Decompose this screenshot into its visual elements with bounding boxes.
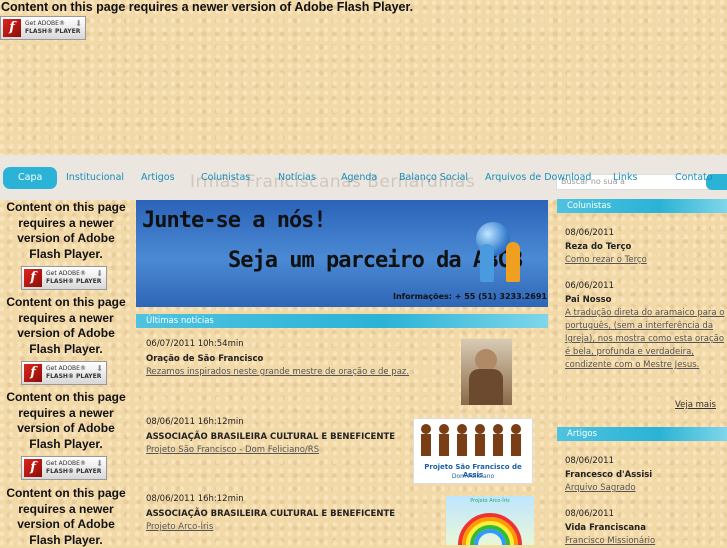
download-arrow-icon: ⬇	[75, 19, 82, 28]
columnist-title[interactable]: Reza do Terço	[565, 242, 725, 252]
menu-item-agenda[interactable]: Agenda	[341, 167, 377, 189]
news-desc[interactable]: Projeto São Francisco - Dom Feliciano/RS	[146, 445, 426, 455]
banner-line1: Junte-se a nós!	[142, 208, 327, 233]
news-thumbnail[interactable]: Projeto São Francisco de Assis Dom Felic…	[413, 418, 533, 484]
news-desc[interactable]: Rezamos inspirados neste grande mestre d…	[146, 367, 426, 377]
get-flash-player-button[interactable]: f Get ADOBE® FLASH® PLAYER ⬇	[21, 266, 107, 290]
download-arrow-icon: ⬇	[96, 364, 103, 373]
menu-item-noticias[interactable]: Notícias	[278, 167, 316, 189]
flash-message: Content on this page requires a newer ve…	[1, 0, 414, 14]
flash-logo-icon: f	[24, 269, 42, 287]
badge-line2: FLASH® PLAYER	[25, 28, 81, 35]
thumb-subcaption: Dom Feliciano	[451, 473, 495, 480]
columnist-title[interactable]: Pai Nosso	[565, 295, 725, 305]
news-thumbnail[interactable]: Projeto Arco-Íris	[446, 496, 534, 545]
people-chain-icon	[421, 424, 521, 456]
article-item[interactable]: 08/06/2011 Francesco d'Assisi Arquivo Sa…	[565, 456, 725, 495]
news-date: 06/07/2011 10h:54min	[146, 339, 244, 349]
menu-item-links[interactable]: Links	[613, 167, 637, 189]
flash-logo-icon: f	[24, 364, 42, 382]
badge-line2: FLASH® PLAYER	[46, 373, 102, 380]
columnist-desc[interactable]: Como rezar o Terço	[565, 254, 725, 267]
news-title[interactable]: ASSOCIAÇÃO BRASILEIRA CULTURAL E BENEFIC…	[146, 509, 426, 519]
news-title[interactable]: ASSOCIAÇÃO BRASILEIRA CULTURAL E BENEFIC…	[146, 432, 426, 442]
news-date: 08/06/2011 16h:12min	[146, 494, 244, 504]
columnist-item[interactable]: 08/06/2011 Reza do Terço Como rezar o Te…	[565, 228, 725, 267]
news-item[interactable]: 06/07/2011 10h:54min Oração de São Franc…	[146, 339, 426, 377]
badge-line1: Get ADOBE®	[46, 270, 86, 277]
banner-line2: Seja um parceiro da ABCB	[228, 248, 523, 273]
download-arrow-icon: ⬇	[96, 459, 103, 468]
news-item[interactable]: 08/06/2011 16h:12min ASSOCIAÇÃO BRASILEI…	[146, 417, 426, 455]
news-date: 08/06/2011 16h:12min	[146, 417, 244, 427]
rainbow-icon	[458, 513, 522, 545]
article-desc[interactable]: Francisco Missionário	[565, 535, 725, 548]
columnist-date: 06/06/2011	[565, 281, 614, 291]
flash-message: Content on this page requires a newer ve…	[6, 390, 126, 451]
sidebar-flash-block: Content on this page requires a newer ve…	[0, 486, 132, 548]
partner-banner[interactable]: Junte-se a nós! Seja um parceiro da ABCB…	[136, 200, 548, 307]
flash-logo-icon: f	[3, 19, 21, 37]
menu-item-contato[interactable]: Contato	[675, 167, 713, 189]
article-item[interactable]: 08/06/2011 Vida Franciscana Francisco Mi…	[565, 509, 725, 548]
article-title[interactable]: Vida Franciscana	[565, 523, 725, 533]
menu-item-artigos[interactable]: Artigos	[141, 167, 175, 189]
articles-heading: Artigos	[557, 427, 727, 441]
news-item[interactable]: 08/06/2011 16h:12min ASSOCIAÇÃO BRASILEI…	[146, 494, 426, 532]
sidebar-flash-block: Content on this page requires a newer ve…	[0, 200, 132, 290]
columnist-date: 08/06/2011	[565, 228, 614, 238]
download-arrow-icon: ⬇	[96, 269, 103, 278]
flash-logo-icon: f	[24, 459, 42, 477]
banner-contact: Informações: + 55 (51) 3233.2691	[393, 292, 547, 301]
badge-line1: Get ADOBE®	[46, 460, 86, 467]
get-flash-player-button[interactable]: f Get ADOBE® FLASH® PLAYER ⬇	[21, 456, 107, 480]
columnist-item[interactable]: 06/06/2011 Pai Nosso A tradução direta d…	[565, 281, 725, 372]
get-flash-player-button[interactable]: f Get ADOBE® FLASH® PLAYER ⬇	[0, 16, 86, 40]
article-date: 08/06/2011	[565, 509, 614, 519]
get-flash-player-button[interactable]: f Get ADOBE® FLASH® PLAYER ⬇	[21, 361, 107, 385]
news-title[interactable]: Oração de São Francisco	[146, 354, 426, 364]
menu-item-colunistas[interactable]: Colunistas	[201, 167, 250, 189]
badge-line1: Get ADOBE®	[25, 20, 65, 27]
sidebar-flash-block: Content on this page requires a newer ve…	[0, 295, 132, 385]
sidebar-flash-block: Content on this page requires a newer ve…	[0, 390, 132, 480]
menu-item-capa[interactable]: Capa	[3, 167, 58, 189]
person-figure-icon	[506, 242, 520, 282]
columnist-desc[interactable]: A tradução direta do aramaico para o por…	[565, 307, 725, 372]
menu-item-arquivos-download[interactable]: Arquivos de Download	[485, 167, 591, 189]
flash-message: Content on this page requires a newer ve…	[6, 200, 126, 261]
news-desc[interactable]: Projeto Arco-Íris	[146, 522, 426, 532]
menu-item-balanco-social[interactable]: Balanço Social	[399, 167, 468, 189]
news-heading: Últimas notícias	[136, 314, 548, 328]
columnists-heading: Colunistas	[557, 199, 727, 213]
badge-line2: FLASH® PLAYER	[46, 468, 102, 475]
flash-message: Content on this page requires a newer ve…	[6, 295, 126, 356]
flash-message: Content on this page requires a newer ve…	[6, 486, 126, 547]
main-menu: Capa Institucional Artigos Colunistas No…	[0, 167, 727, 191]
news-thumbnail[interactable]	[461, 339, 512, 405]
menu-item-institucional[interactable]: Institucional	[66, 167, 124, 189]
see-more-link[interactable]: Veja mais	[675, 400, 716, 410]
badge-line1: Get ADOBE®	[46, 365, 86, 372]
article-date: 08/06/2011	[565, 456, 614, 466]
article-desc[interactable]: Arquivo Sagrado	[565, 482, 725, 495]
article-title[interactable]: Francesco d'Assisi	[565, 470, 725, 480]
badge-line2: FLASH® PLAYER	[46, 278, 102, 285]
person-figure-icon	[480, 244, 494, 282]
